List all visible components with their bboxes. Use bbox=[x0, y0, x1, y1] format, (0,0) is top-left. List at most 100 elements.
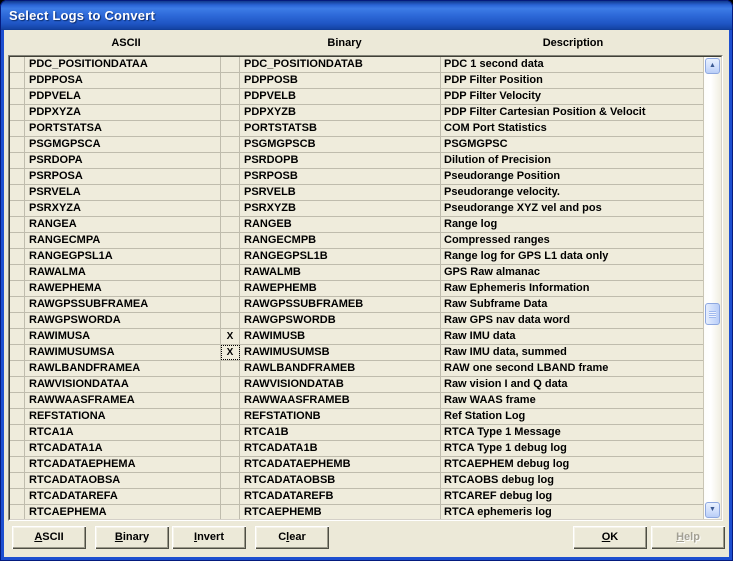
binary-log-name[interactable]: RANGEGPSL1B bbox=[240, 249, 441, 264]
binary-checkbox-cell[interactable] bbox=[221, 217, 240, 232]
binary-checkbox-cell[interactable] bbox=[221, 73, 240, 88]
ascii-checkbox-cell[interactable] bbox=[10, 169, 25, 184]
ascii-log-name[interactable]: RAWLBANDFRAMEA bbox=[25, 361, 221, 376]
ascii-log-name[interactable]: PSGMGPSCA bbox=[25, 137, 221, 152]
ascii-log-name[interactable]: RAWGPSSUBFRAMEA bbox=[25, 297, 221, 312]
binary-checkbox-cell[interactable] bbox=[221, 377, 240, 392]
binary-checkbox-cell[interactable] bbox=[221, 89, 240, 104]
ascii-log-name[interactable]: PSRVELA bbox=[25, 185, 221, 200]
binary-log-name[interactable]: PSRVELB bbox=[240, 185, 441, 200]
ascii-checkbox-cell[interactable] bbox=[10, 89, 25, 104]
binary-log-name[interactable]: RTCADATAEPHEMB bbox=[240, 457, 441, 472]
binary-log-name[interactable]: REFSTATIONB bbox=[240, 409, 441, 424]
binary-log-name[interactable]: PDPVELB bbox=[240, 89, 441, 104]
binary-log-name[interactable]: RAWEPHEMB bbox=[240, 281, 441, 296]
ascii-log-name[interactable]: RAWVISIONDATAA bbox=[25, 377, 221, 392]
binary-checkbox-cell[interactable] bbox=[221, 265, 240, 280]
ascii-log-name[interactable]: RAWALMA bbox=[25, 265, 221, 280]
scroll-up-icon[interactable]: ▲ bbox=[705, 58, 720, 74]
titlebar[interactable]: Select Logs to Convert bbox=[1, 1, 732, 30]
binary-log-name[interactable]: PDPXYZB bbox=[240, 105, 441, 120]
ascii-checkbox-cell[interactable] bbox=[10, 345, 25, 360]
clear-button[interactable]: Clear bbox=[255, 526, 329, 549]
binary-checkbox-cell[interactable] bbox=[221, 153, 240, 168]
binary-log-name[interactable]: RAWGPSSUBFRAMEB bbox=[240, 297, 441, 312]
binary-log-name[interactable]: RAWALMB bbox=[240, 265, 441, 280]
binary-checkbox-cell[interactable]: X bbox=[221, 345, 240, 360]
ascii-checkbox-cell[interactable] bbox=[10, 393, 25, 408]
binary-log-name[interactable]: RTCAEPHEMB bbox=[240, 505, 441, 519]
ascii-log-name[interactable]: RTCA1A bbox=[25, 425, 221, 440]
ascii-log-name[interactable]: PDC_POSITIONDATAA bbox=[25, 57, 221, 72]
ascii-checkbox-cell[interactable] bbox=[10, 409, 25, 424]
ascii-log-name[interactable]: RAWIMUSUMSA bbox=[25, 345, 221, 360]
binary-log-name[interactable]: PSRXYZB bbox=[240, 201, 441, 216]
binary-checkbox-cell[interactable] bbox=[221, 249, 240, 264]
binary-checkbox-cell[interactable] bbox=[221, 185, 240, 200]
ascii-checkbox-cell[interactable] bbox=[10, 313, 25, 328]
binary-log-name[interactable]: RAWIMUSUMSB bbox=[240, 345, 441, 360]
ascii-button[interactable]: ASCII bbox=[12, 526, 86, 549]
binary-log-name[interactable]: RAWLBANDFRAMEB bbox=[240, 361, 441, 376]
binary-log-name[interactable]: RTCADATAREFB bbox=[240, 489, 441, 504]
ascii-checkbox-cell[interactable] bbox=[10, 489, 25, 504]
ascii-log-name[interactable]: RTCADATAREFA bbox=[25, 489, 221, 504]
binary-checkbox-cell[interactable] bbox=[221, 313, 240, 328]
ascii-log-name[interactable]: RAWGPSWORDA bbox=[25, 313, 221, 328]
ascii-log-name[interactable]: PORTSTATSA bbox=[25, 121, 221, 136]
ascii-log-name[interactable]: RTCADATA1A bbox=[25, 441, 221, 456]
binary-checkbox-cell[interactable] bbox=[221, 169, 240, 184]
binary-checkbox-cell[interactable] bbox=[221, 57, 240, 72]
binary-log-name[interactable]: PSGMGPSCB bbox=[240, 137, 441, 152]
ascii-checkbox-cell[interactable] bbox=[10, 329, 25, 344]
ascii-log-name[interactable]: RAWEPHEMA bbox=[25, 281, 221, 296]
binary-checkbox-cell[interactable] bbox=[221, 297, 240, 312]
binary-log-name[interactable]: RANGECMPB bbox=[240, 233, 441, 248]
ascii-checkbox-cell[interactable] bbox=[10, 153, 25, 168]
binary-log-name[interactable]: PDC_POSITIONDATAB bbox=[240, 57, 441, 72]
binary-checkbox-cell[interactable] bbox=[221, 409, 240, 424]
binary-log-name[interactable]: RTCADATA1B bbox=[240, 441, 441, 456]
binary-checkbox-cell[interactable] bbox=[221, 441, 240, 456]
binary-checkbox-cell[interactable] bbox=[221, 489, 240, 504]
ascii-checkbox-cell[interactable] bbox=[10, 441, 25, 456]
binary-button[interactable]: Binary bbox=[95, 526, 169, 549]
ascii-log-name[interactable]: RTCADATAOBSA bbox=[25, 473, 221, 488]
ascii-checkbox-cell[interactable] bbox=[10, 425, 25, 440]
ascii-checkbox-cell[interactable] bbox=[10, 249, 25, 264]
ascii-checkbox-cell[interactable] bbox=[10, 505, 25, 519]
binary-checkbox-cell[interactable] bbox=[221, 361, 240, 376]
binary-log-name[interactable]: PDPPOSB bbox=[240, 73, 441, 88]
ascii-checkbox-cell[interactable] bbox=[10, 377, 25, 392]
ascii-log-name[interactable]: RANGEA bbox=[25, 217, 221, 232]
binary-checkbox-cell[interactable] bbox=[221, 233, 240, 248]
ascii-log-name[interactable]: RANGEGPSL1A bbox=[25, 249, 221, 264]
binary-checkbox-cell[interactable] bbox=[221, 137, 240, 152]
binary-log-name[interactable]: RANGEB bbox=[240, 217, 441, 232]
ascii-checkbox-cell[interactable] bbox=[10, 105, 25, 120]
ok-button[interactable]: OK bbox=[573, 526, 647, 549]
binary-log-name[interactable]: RTCA1B bbox=[240, 425, 441, 440]
binary-log-name[interactable]: PSRDOPB bbox=[240, 153, 441, 168]
binary-log-name[interactable]: RAWVISIONDATAB bbox=[240, 377, 441, 392]
ascii-checkbox-cell[interactable] bbox=[10, 201, 25, 216]
vertical-scrollbar[interactable]: ▲ ▼ bbox=[703, 57, 721, 519]
ascii-log-name[interactable]: PSRPOSA bbox=[25, 169, 221, 184]
ascii-log-name[interactable]: RTCADATAEPHEMA bbox=[25, 457, 221, 472]
binary-checkbox-cell[interactable] bbox=[221, 505, 240, 519]
ascii-checkbox-cell[interactable] bbox=[10, 217, 25, 232]
scrollbar-thumb[interactable] bbox=[705, 303, 720, 325]
binary-checkbox-cell[interactable] bbox=[221, 457, 240, 472]
binary-checkbox-cell[interactable] bbox=[221, 473, 240, 488]
binary-checkbox-cell[interactable] bbox=[221, 121, 240, 136]
invert-button[interactable]: Invert bbox=[172, 526, 246, 549]
binary-log-name[interactable]: RTCADATAOBSB bbox=[240, 473, 441, 488]
binary-log-name[interactable]: RAWIMUSB bbox=[240, 329, 441, 344]
ascii-log-name[interactable]: REFSTATIONA bbox=[25, 409, 221, 424]
ascii-checkbox-cell[interactable] bbox=[10, 233, 25, 248]
ascii-checkbox-cell[interactable] bbox=[10, 297, 25, 312]
ascii-checkbox-cell[interactable] bbox=[10, 185, 25, 200]
ascii-checkbox-cell[interactable] bbox=[10, 457, 25, 472]
binary-log-name[interactable]: PSRPOSB bbox=[240, 169, 441, 184]
ascii-log-name[interactable]: PDPVELA bbox=[25, 89, 221, 104]
